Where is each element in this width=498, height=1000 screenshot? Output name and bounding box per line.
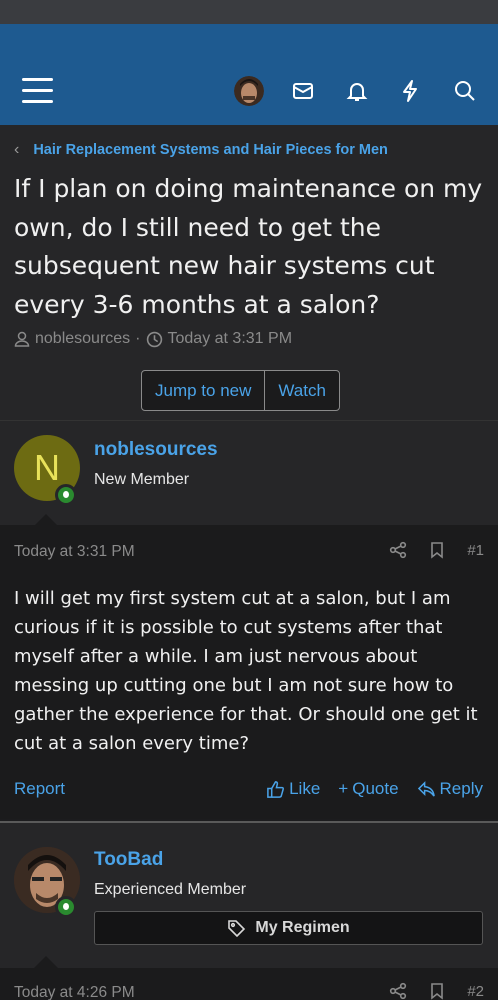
post-user-info: N noblesources New Member [0, 420, 498, 526]
bolt-icon[interactable] [397, 78, 423, 104]
report-button[interactable]: Report [14, 779, 65, 799]
mail-icon[interactable] [290, 78, 316, 104]
thread-author[interactable]: noblesources [35, 330, 130, 348]
post-body: Today at 3:31 PM #1 I will get my first … [0, 525, 498, 819]
post-pointer [34, 956, 58, 968]
clock-icon [146, 331, 162, 347]
user-icon [14, 331, 30, 347]
post-user-info: TooBad Experienced Member My Regimen [0, 823, 498, 968]
reply-icon [417, 780, 435, 797]
post-tools: #2 [389, 982, 484, 1000]
breadcrumb[interactable]: ‹ Hair Replacement Systems and Hair Piec… [14, 141, 388, 159]
bookmark-icon[interactable] [429, 982, 445, 1000]
thread-button-group: Jump to new Watch [141, 370, 340, 411]
plus-icon: + [338, 779, 349, 798]
watch-button[interactable]: Watch [264, 371, 339, 410]
reply-label: Reply [439, 779, 483, 798]
thread-meta: noblesources · Today at 3:31 PM [14, 330, 292, 348]
username[interactable]: TooBad [94, 849, 163, 871]
post-number[interactable]: #2 [467, 983, 484, 1000]
top-navbar [0, 24, 498, 125]
reply-button[interactable]: Reply [417, 779, 483, 799]
quote-label: Quote [352, 779, 399, 798]
menu-icon[interactable] [22, 78, 53, 104]
thumbs-up-icon [267, 780, 285, 798]
breadcrumb-label[interactable]: Hair Replacement Systems and Hair Pieces… [33, 142, 388, 158]
share-icon[interactable] [389, 541, 407, 559]
post-tools: #1 [389, 541, 484, 559]
like-button[interactable]: Like [266, 779, 320, 799]
meta-separator: · [135, 330, 141, 347]
online-status-icon [55, 484, 77, 506]
online-status-icon [55, 896, 77, 918]
bookmark-icon[interactable] [429, 541, 445, 559]
tags-icon [228, 920, 246, 937]
regimen-label: My Regimen [255, 919, 350, 936]
quote-button[interactable]: + Quote [338, 779, 398, 799]
jump-to-new-button[interactable]: Jump to new [142, 371, 264, 410]
like-label: Like [289, 779, 321, 798]
chevron-left-icon: ‹ [14, 141, 20, 158]
thread-header: ‹ Hair Replacement Systems and Hair Piec… [0, 125, 498, 420]
post-body: Today at 4:26 PM #2 [0, 968, 498, 1000]
my-regimen-button[interactable]: My Regimen [94, 911, 483, 945]
thread-time[interactable]: Today at 3:31 PM [168, 330, 293, 348]
post-number[interactable]: #1 [467, 542, 484, 559]
post-date[interactable]: Today at 3:31 PM [14, 543, 135, 561]
post-date[interactable]: Today at 4:26 PM [14, 984, 135, 1000]
status-strip [0, 0, 498, 24]
user-title: Experienced Member [94, 881, 247, 898]
page-title: If I plan on doing maintenance on my own… [14, 174, 483, 319]
bell-icon[interactable] [344, 78, 370, 104]
avatar[interactable] [234, 76, 264, 106]
post-message: I will get my first system cut at a salo… [14, 588, 478, 754]
share-icon[interactable] [389, 982, 407, 1000]
search-icon[interactable] [452, 78, 478, 104]
username[interactable]: noblesources [94, 439, 218, 461]
user-title: New Member [94, 471, 190, 488]
